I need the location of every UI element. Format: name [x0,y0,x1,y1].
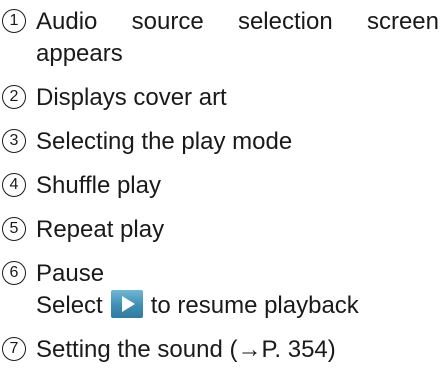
item-text-continued: appears [36,40,123,67]
item-subtext: Select to resume playback [36,290,441,322]
list-item-3: 3 Selecting the play mode [0,126,441,158]
item-number: 3 [2,129,26,153]
list-item-1: 1 Audio source selection screen appears [0,6,441,70]
list-item-7: 7 Setting the sound (→P. 354) [0,334,441,366]
list-item-4: 4 Shuffle play [0,170,441,202]
item-subtext-suffix: to resume playback [150,292,359,319]
item-text: Repeat play [36,216,165,243]
numbered-list: 1 Audio source selection screen appears … [0,6,441,378]
item-number: 7 [2,337,26,361]
item-text: Audio source selection screen [36,8,439,35]
item-number: 4 [2,173,26,197]
list-item-2: 2 Displays cover art [0,82,441,114]
item-number: 5 [2,217,26,241]
item-text: Shuffle play [36,172,161,199]
list-item-5: 5 Repeat play [0,214,441,246]
item-text: Selecting the play mode [36,128,293,155]
item-subtext-prefix: Select [36,292,103,319]
item-text: Setting the sound (→P. 354) [36,336,336,363]
item-text: Pause [36,260,105,287]
item-number: 2 [2,85,26,109]
item-number: 6 [2,261,26,285]
play-icon [110,290,143,318]
item-number: 1 [2,9,26,33]
item-text: Displays cover art [36,84,227,111]
list-item-6: 6 Pause Select to resume playback [0,258,441,322]
